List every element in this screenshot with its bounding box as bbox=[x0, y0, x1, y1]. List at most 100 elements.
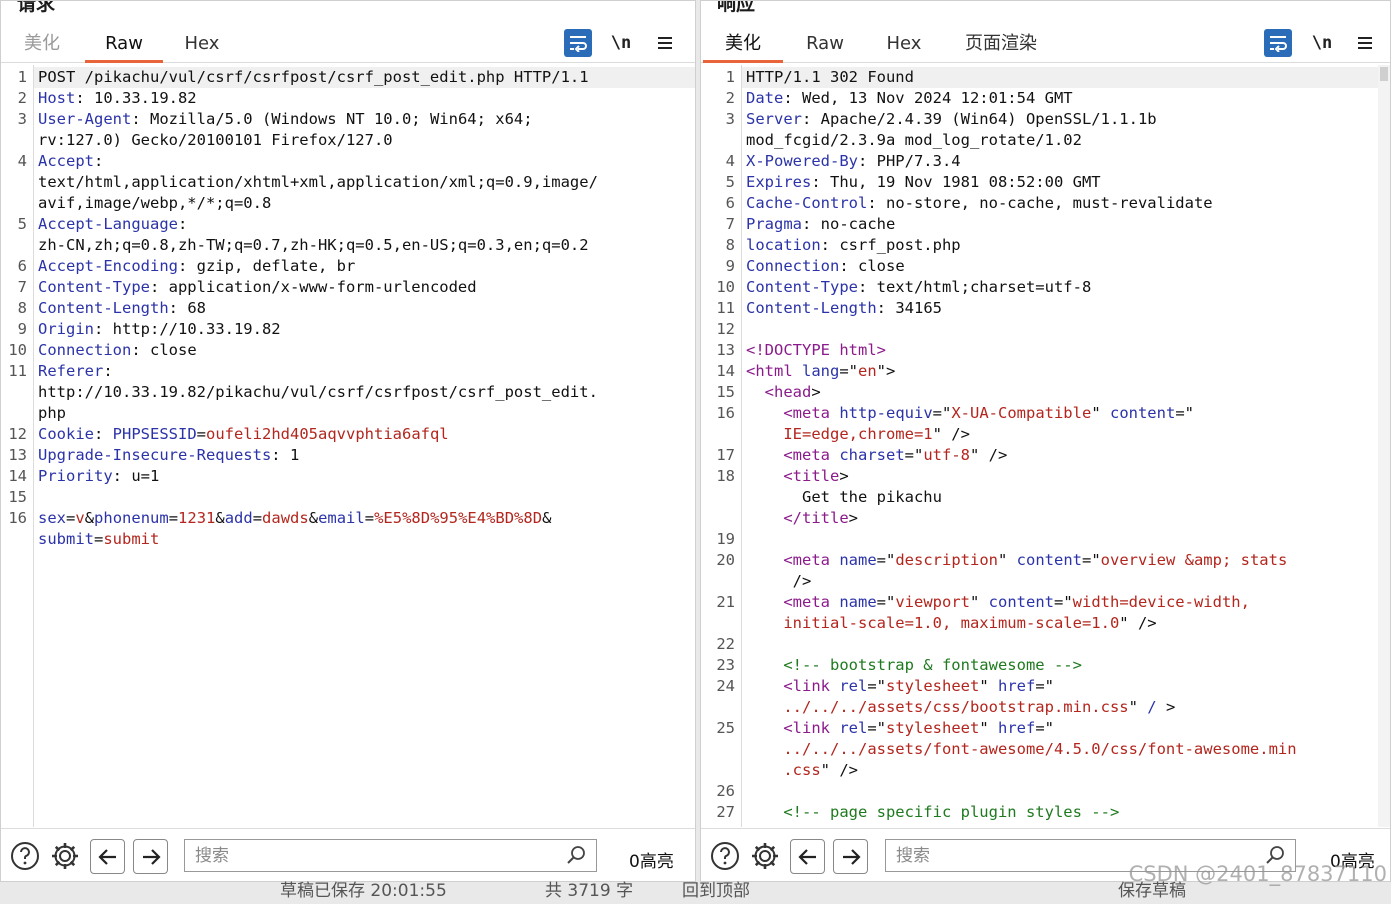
line-content: initial-scale=1.0, maximum-scale=1.0" /> bbox=[783, 614, 1157, 632]
line-content: User-Agent: Mozilla/5.0 (Windows NT 10.0… bbox=[38, 110, 533, 128]
settings-gear-icon[interactable] bbox=[48, 839, 82, 873]
menu-icon[interactable] bbox=[651, 29, 679, 57]
next-match-arrow-icon[interactable] bbox=[133, 839, 168, 874]
code-line: 9 Connection: close bbox=[701, 256, 1378, 277]
code-line: 19 bbox=[701, 529, 1378, 550]
line-content: php bbox=[38, 404, 66, 422]
line-number: 18 bbox=[716, 467, 735, 485]
wrap-lines-icon[interactable] bbox=[564, 29, 592, 57]
word-count: 共 3719 字 bbox=[545, 881, 634, 901]
line-content: ../../../assets/css/bootstrap.min.css" /… bbox=[783, 698, 1176, 716]
line-content: submit=submit bbox=[38, 530, 160, 548]
code-line: 13 <!DOCTYPE html> bbox=[701, 340, 1378, 361]
line-number: 12 bbox=[8, 425, 27, 443]
tab-hex[interactable]: Hex bbox=[886, 27, 922, 63]
code-line: 14 Priority: u=1 bbox=[1, 466, 695, 487]
line-number: 1 bbox=[17, 68, 27, 86]
code-line: 1 HTTP/1.1 302 Found bbox=[701, 67, 1378, 88]
line-number: 3 bbox=[17, 110, 27, 128]
prev-match-arrow-icon[interactable] bbox=[90, 839, 125, 874]
next-match-arrow-icon[interactable] bbox=[833, 839, 868, 874]
code-line: rv:127.0) Gecko/20100101 Firefox/127.0 bbox=[1, 130, 695, 151]
line-content: <link rel="stylesheet" href=" bbox=[783, 677, 1054, 695]
code-line: 3 User-Agent: Mozilla/5.0 (Windows NT 10.… bbox=[1, 109, 695, 130]
code-line: 24 <link rel="stylesheet" href=" bbox=[701, 676, 1378, 697]
code-line: http://10.33.19.82/pikachu/vul/csrf/csrf… bbox=[1, 382, 695, 403]
line-content: <meta http-equiv="X-UA-Compatible" conte… bbox=[783, 404, 1194, 422]
line-content: Content-Length: 34165 bbox=[746, 299, 942, 317]
request-search-input[interactable] bbox=[185, 840, 596, 871]
line-content: IE=edge,chrome=1" /> bbox=[783, 425, 970, 443]
line-content bbox=[742, 319, 1378, 340]
line-content: <!-- bootstrap & fontawesome --> bbox=[783, 656, 1082, 674]
tab-render[interactable]: 页面渲染 bbox=[963, 27, 1039, 63]
line-number: 6 bbox=[725, 194, 735, 212]
tab-raw[interactable]: Raw bbox=[85, 27, 163, 63]
response-scrollbar[interactable] bbox=[1378, 65, 1390, 827]
tab-pretty[interactable]: 美化 bbox=[703, 27, 783, 63]
code-line: 14 <html lang="en"> bbox=[701, 361, 1378, 382]
line-number: 13 bbox=[716, 341, 735, 359]
back-to-top-link[interactable]: 回到顶部 bbox=[682, 876, 750, 901]
line-content: Server: Apache/2.4.39 (Win64) OpenSSL/1.… bbox=[746, 110, 1157, 128]
line-content: Accept: bbox=[38, 152, 104, 170]
line-content: POST /pikachu/vul/csrf/csrfpost/csrf_pos… bbox=[34, 67, 695, 88]
line-number bbox=[1, 130, 34, 151]
line-content: <link rel="stylesheet" href=" bbox=[783, 719, 1054, 737]
response-editor[interactable]: 1 HTTP/1.1 302 Found 2 Date: Wed, 13 Nov 20… bbox=[701, 65, 1378, 827]
request-editor[interactable]: 1 POST /pikachu/vul/csrf/csrfpost/csrf_po… bbox=[1, 65, 695, 827]
line-number bbox=[1, 172, 34, 193]
line-content: sex=v&phonenum=1231&add=dawds&email=%E5%… bbox=[38, 509, 552, 527]
code-line: 8 location: csrf_post.php bbox=[701, 235, 1378, 256]
line-content: <html lang="en"> bbox=[746, 362, 896, 380]
code-line: 6 Accept-Encoding: gzip, deflate, br bbox=[1, 256, 695, 277]
menu-icon[interactable] bbox=[1351, 29, 1379, 57]
settings-gear-icon[interactable] bbox=[748, 839, 782, 873]
line-number: 15 bbox=[716, 383, 735, 401]
line-number: 2 bbox=[725, 89, 735, 107]
help-icon[interactable] bbox=[8, 839, 42, 873]
newline-toggle-button[interactable]: \n bbox=[607, 29, 635, 57]
code-line: Get the pikachu bbox=[701, 487, 1378, 508]
line-number: 21 bbox=[716, 593, 735, 611]
line-number: 20 bbox=[716, 551, 735, 569]
watermark: CSDN @2401_87837110 bbox=[1128, 862, 1387, 886]
help-icon[interactable] bbox=[708, 839, 742, 873]
scrollbar-thumb[interactable] bbox=[1380, 67, 1388, 81]
line-content: mod_fcgid/2.3.9a mod_log_rotate/1.02 bbox=[746, 131, 1082, 149]
line-number bbox=[701, 760, 742, 781]
prev-match-arrow-icon[interactable] bbox=[790, 839, 825, 874]
newline-toggle-button[interactable]: \n bbox=[1308, 29, 1336, 57]
code-line: 5 Accept-Language: bbox=[1, 214, 695, 235]
line-number bbox=[1, 235, 34, 256]
line-number: 9 bbox=[17, 320, 27, 338]
line-number: 27 bbox=[716, 803, 735, 821]
code-line: </title> bbox=[701, 508, 1378, 529]
request-pane: 请求 美化 Raw Hex \n 1 POST /pikachu/vul/csrf… bbox=[0, 0, 696, 882]
line-content bbox=[742, 529, 1378, 550]
line-content: Cache-Control: no-store, no-cache, must-… bbox=[746, 194, 1213, 212]
code-line: 20 <meta name="description" content="ove… bbox=[701, 550, 1378, 571]
tab-pretty[interactable]: 美化 bbox=[21, 27, 63, 63]
code-line: initial-scale=1.0, maximum-scale=1.0" /> bbox=[701, 613, 1378, 634]
line-number: 19 bbox=[716, 530, 735, 548]
code-line: 17 <meta charset="utf-8" /> bbox=[701, 445, 1378, 466]
code-line: 11 Referer: bbox=[1, 361, 695, 382]
line-content bbox=[742, 634, 1378, 655]
line-number bbox=[701, 130, 742, 151]
code-line: 25 <link rel="stylesheet" href=" bbox=[701, 718, 1378, 739]
tab-hex[interactable]: Hex bbox=[181, 27, 223, 63]
search-icon bbox=[566, 845, 586, 870]
line-number: 17 bbox=[716, 446, 735, 464]
request-search-box[interactable] bbox=[184, 839, 597, 872]
code-line: 12 Cookie: PHPSESSID=oufeli2hd405aqvvphti… bbox=[1, 424, 695, 445]
wrap-lines-icon[interactable] bbox=[1264, 29, 1292, 57]
line-content: Pragma: no-cache bbox=[746, 215, 896, 233]
line-number: 16 bbox=[8, 509, 27, 527]
tab-raw[interactable]: Raw bbox=[805, 27, 845, 63]
line-number: 1 bbox=[725, 68, 735, 86]
code-line: /> bbox=[701, 571, 1378, 592]
line-number: 24 bbox=[716, 677, 735, 695]
code-line: 2 Host: 10.33.19.82 bbox=[1, 88, 695, 109]
line-number: 14 bbox=[716, 362, 735, 380]
